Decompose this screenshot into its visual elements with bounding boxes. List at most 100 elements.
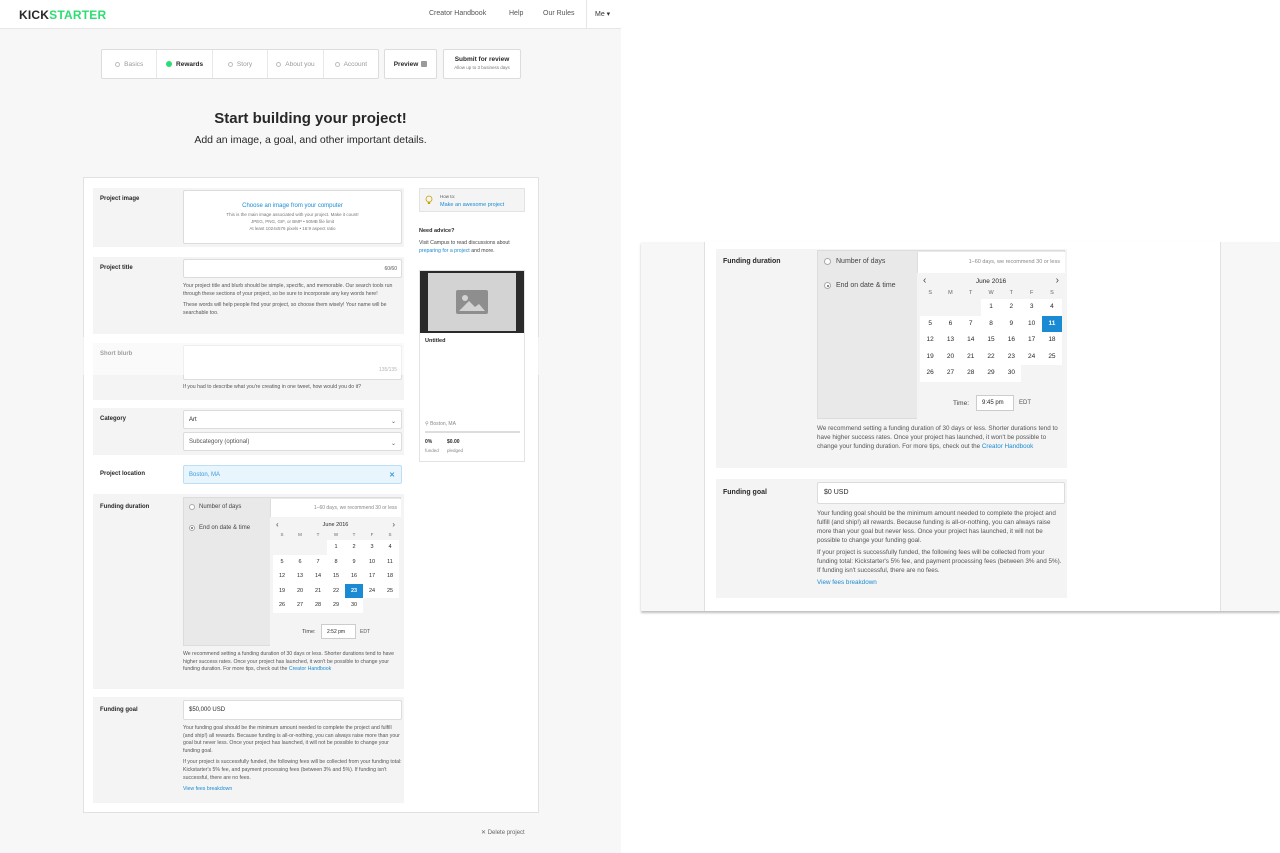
days-input[interactable]: 1–60 days, we recommend 30 or less [917, 252, 1065, 273]
calendar-day[interactable]: 14 [309, 569, 327, 584]
chevron-right-icon[interactable]: › [392, 520, 395, 529]
calendar-day-selected[interactable]: 11 [1041, 315, 1063, 332]
calendar-day[interactable]: 25 [381, 583, 399, 598]
calendar-day[interactable]: 15 [980, 332, 1002, 349]
calendar-day[interactable]: 19 [920, 348, 941, 365]
calendar-day[interactable]: 2 [1001, 299, 1022, 316]
calendar-day[interactable]: 22 [980, 348, 1002, 365]
calendar-day[interactable]: 9 [345, 554, 363, 569]
fees-breakdown-link[interactable]: View fees breakdown [817, 579, 877, 586]
nav-our-rules[interactable]: Our Rules [543, 10, 575, 17]
calendar-day[interactable]: 8 [327, 554, 345, 569]
calendar-day[interactable]: 1 [980, 299, 1002, 316]
calendar-day[interactable]: 10 [363, 554, 381, 569]
campus-link[interactable]: preparing for a project [419, 248, 470, 254]
calendar-day[interactable]: 7 [309, 554, 327, 569]
time-input[interactable]: 2:52 pm [321, 624, 356, 639]
project-title-input[interactable]: 60/60 [183, 259, 402, 278]
submit-for-review-button[interactable]: Submit for review Allow up to 3 business… [443, 49, 521, 79]
fees-breakdown-link[interactable]: View fees breakdown [183, 786, 232, 792]
calendar-day[interactable]: 20 [291, 583, 309, 598]
calendar-day[interactable]: 20 [940, 348, 961, 365]
calendar-day[interactable]: 28 [309, 598, 327, 613]
calendar-day[interactable]: 10 [1021, 315, 1042, 332]
nav-creator-handbook[interactable]: Creator Handbook [429, 10, 486, 17]
calendar-day[interactable]: 9 [1001, 315, 1022, 332]
project-location-input[interactable]: Boston, MA ✕ [183, 465, 402, 484]
calendar-day[interactable]: 24 [363, 583, 381, 598]
calendar-day[interactable]: 21 [960, 348, 981, 365]
calendar-day[interactable]: 16 [345, 569, 363, 584]
short-blurb-textarea[interactable]: 135/135 [183, 345, 402, 380]
calendar-day[interactable]: 13 [940, 332, 961, 349]
calendar-day[interactable]: 6 [291, 554, 309, 569]
calendar-day[interactable]: 5 [273, 554, 291, 569]
funding-goal-input[interactable]: $0 USD [817, 482, 1065, 504]
calendar-day[interactable]: 29 [980, 365, 1002, 382]
creator-handbook-link[interactable]: Creator Handbook [982, 443, 1033, 450]
project-preview-card[interactable]: Untitled ⚲ Boston, MA 0% $0.00 funded pl… [419, 270, 525, 462]
step-account[interactable]: Account [324, 50, 378, 78]
funding-goal-input[interactable]: $50,000 USD [183, 700, 402, 720]
calendar-day[interactable]: 22 [327, 583, 345, 598]
step-basics[interactable]: Basics [102, 50, 158, 78]
calendar-day[interactable]: 3 [363, 540, 381, 555]
preview-button[interactable]: Preview [384, 49, 437, 79]
calendar-day[interactable]: 29 [327, 598, 345, 613]
calendar-day[interactable]: 3 [1021, 299, 1042, 316]
calendar-day[interactable]: 15 [327, 569, 345, 584]
category-select[interactable]: Art ⌄ [183, 410, 402, 429]
creator-handbook-link[interactable]: Creator Handbook [289, 666, 331, 672]
time-input[interactable]: 9:45 pm [976, 395, 1014, 411]
calendar-day[interactable]: 21 [309, 583, 327, 598]
calendar-day[interactable]: 6 [940, 315, 961, 332]
calendar-day[interactable]: 4 [381, 540, 399, 555]
calendar-day[interactable]: 14 [960, 332, 981, 349]
step-story[interactable]: Story [213, 50, 269, 78]
calendar-day[interactable]: 11 [381, 554, 399, 569]
calendar-day[interactable]: 12 [920, 332, 941, 349]
calendar-day[interactable]: 28 [960, 365, 981, 382]
calendar-day[interactable]: 26 [920, 365, 941, 382]
account-menu-button[interactable]: Me ▾ [586, 0, 621, 29]
calendar-day[interactable]: 13 [291, 569, 309, 584]
calendar-day[interactable]: 2 [345, 540, 363, 555]
calendar-day[interactable]: 12 [273, 569, 291, 584]
clear-location-icon[interactable]: ✕ [389, 471, 395, 479]
step-about-you[interactable]: About you [268, 50, 324, 78]
calendar-day[interactable]: 1 [327, 540, 345, 555]
calendar-day[interactable]: 17 [363, 569, 381, 584]
chevron-right-icon[interactable]: › [1056, 275, 1059, 286]
option-number-of-days[interactable]: Number of days [189, 504, 241, 510]
calendar-day[interactable]: 24 [1021, 348, 1042, 365]
choose-image-link[interactable]: Choose an image from your computer [184, 203, 401, 209]
calendar-day[interactable]: 26 [273, 598, 291, 613]
calendar-day-selected[interactable]: 23 [345, 583, 363, 598]
calendar-day[interactable]: 7 [960, 315, 981, 332]
option-end-date[interactable]: End on date & time [189, 525, 250, 531]
calendar-day[interactable]: 18 [381, 569, 399, 584]
option-end-date[interactable]: End on date & time [824, 282, 896, 289]
calendar-day[interactable]: 25 [1041, 348, 1063, 365]
howto-link[interactable]: Make an awesome project [440, 202, 504, 208]
step-rewards[interactable]: Rewards [157, 50, 213, 78]
calendar-day[interactable]: 23 [1001, 348, 1022, 365]
subcategory-select[interactable]: Subcategory (optional) ⌄ [183, 432, 402, 451]
delete-project-button[interactable]: ✕ Delete project [481, 829, 525, 836]
option-number-of-days[interactable]: Number of days [824, 258, 885, 265]
calendar-day[interactable]: 27 [940, 365, 961, 382]
calendar-day[interactable]: 17 [1021, 332, 1042, 349]
image-upload-dropzone[interactable]: Choose an image from your computer This … [183, 190, 402, 244]
calendar-day[interactable]: 27 [291, 598, 309, 613]
days-input[interactable]: 1–60 days, we recommend 30 or less [270, 499, 401, 517]
calendar-day[interactable]: 19 [273, 583, 291, 598]
calendar-day[interactable]: 4 [1041, 299, 1063, 316]
kickstarter-logo[interactable]: KICKSTARTER [19, 8, 106, 22]
calendar-day[interactable]: 18 [1041, 332, 1063, 349]
calendar-day[interactable]: 30 [1001, 365, 1022, 382]
calendar-day[interactable]: 30 [345, 598, 363, 613]
calendar-day[interactable]: 5 [920, 315, 941, 332]
howto-box[interactable]: How to: Make an awesome project [419, 188, 525, 212]
calendar-day[interactable]: 8 [980, 315, 1002, 332]
nav-help[interactable]: Help [509, 10, 523, 17]
